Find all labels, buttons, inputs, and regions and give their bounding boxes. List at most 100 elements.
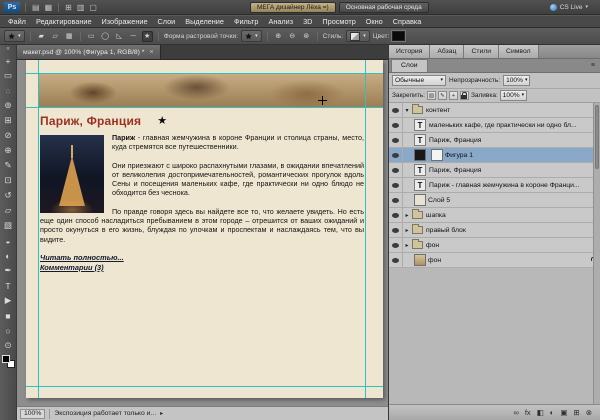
- visibility-toggle[interactable]: [389, 118, 403, 132]
- menu-file[interactable]: Файл: [3, 16, 31, 28]
- shape-layers-mode-icon[interactable]: ▰: [36, 31, 47, 42]
- tab-history[interactable]: История: [389, 45, 430, 58]
- menu-help[interactable]: Справка: [388, 16, 427, 28]
- menu-edit[interactable]: Редактирование: [31, 16, 97, 28]
- tab-paragraph[interactable]: Абзац: [430, 45, 464, 58]
- line-tool-icon[interactable]: ─: [128, 31, 139, 42]
- visibility-toggle[interactable]: [389, 133, 403, 147]
- layer-row-text[interactable]: T маленьких кафе, где практически ни одн…: [389, 118, 600, 133]
- layer-row-text[interactable]: T Париж, Франция: [389, 163, 600, 178]
- opacity-field[interactable]: 100% ▾: [503, 75, 530, 86]
- document-tab[interactable]: макет.psd @ 100% (Фигура 1, RGB/8) * ×: [17, 45, 161, 59]
- vector-mask-thumbnail[interactable]: [431, 149, 443, 161]
- layer-row-group-content[interactable]: ▾ контент: [389, 103, 600, 118]
- photoshop-logo[interactable]: Ps: [4, 2, 20, 13]
- view-extras-icon[interactable]: ⊞: [64, 2, 73, 13]
- layer-thumbnail[interactable]: [414, 149, 426, 161]
- lock-position-icon[interactable]: +: [449, 91, 458, 100]
- menu-3d[interactable]: 3D: [298, 16, 317, 28]
- collapsed-arrow-icon[interactable]: ▸: [403, 242, 411, 249]
- gradient-tool[interactable]: ▧: [1, 218, 16, 233]
- menu-view[interactable]: Просмотр: [317, 16, 360, 28]
- paths-mode-icon[interactable]: ▱: [50, 31, 61, 42]
- visibility-toggle[interactable]: [389, 208, 403, 222]
- workspace-button-custom[interactable]: МЕГА дизайнер Лёха =): [250, 2, 336, 13]
- collapsed-arrow-icon[interactable]: ▸: [403, 212, 411, 219]
- lock-pixels-icon[interactable]: ✎: [438, 91, 447, 100]
- crop-tool[interactable]: ⊞: [1, 113, 16, 128]
- shape-color-swatch[interactable]: [392, 31, 405, 41]
- adjustment-layer-icon[interactable]: ◐: [550, 405, 555, 420]
- hand-tool[interactable]: ○: [1, 323, 16, 338]
- blur-tool[interactable]: ◒: [1, 233, 16, 248]
- dodge-tool[interactable]: ◐: [1, 248, 16, 263]
- visibility-toggle[interactable]: [389, 163, 403, 177]
- workspace-button-default[interactable]: Основная рабочая среда: [339, 2, 429, 13]
- path-selection-tool[interactable]: ▶: [1, 293, 16, 308]
- layer-thumbnail[interactable]: [414, 194, 426, 206]
- ellipse-tool-icon[interactable]: ◯: [100, 31, 111, 42]
- tool-preset-picker[interactable]: ★ ▾: [4, 30, 25, 42]
- color-swatches[interactable]: [2, 355, 15, 368]
- layer-mask-icon[interactable]: ◧: [537, 405, 544, 420]
- zoom-tool[interactable]: ⊙: [1, 338, 16, 353]
- layer-row-text[interactable]: T Париж, Франция: [389, 133, 600, 148]
- history-brush-tool[interactable]: ↺: [1, 188, 16, 203]
- tab-styles[interactable]: Стили: [464, 45, 499, 58]
- menu-analysis[interactable]: Анализ: [263, 16, 298, 28]
- cs-live-button[interactable]: CS Live ▾: [550, 2, 588, 13]
- lock-all-icon[interactable]: [460, 91, 469, 100]
- expand-arrow-icon[interactable]: ▾: [403, 107, 411, 114]
- bridge-icon[interactable]: ▤: [31, 2, 41, 13]
- lasso-tool[interactable]: ◌: [1, 83, 16, 98]
- menu-select[interactable]: Выделение: [180, 16, 229, 28]
- menu-window[interactable]: Окно: [361, 16, 388, 28]
- canvas-area[interactable]: Париж, Франция ★ Париж - главная жемчужи…: [17, 60, 388, 406]
- shape-tool[interactable]: ■: [1, 308, 16, 323]
- move-tool[interactable]: +: [1, 53, 16, 68]
- layer-row-group-rightblock[interactable]: ▸ правый блок: [389, 223, 600, 238]
- collapsed-arrow-icon[interactable]: ▸: [403, 227, 411, 234]
- scrollbar-thumb[interactable]: [595, 105, 599, 169]
- menu-layers[interactable]: Слои: [153, 16, 181, 28]
- layer-thumbnail[interactable]: [414, 254, 426, 266]
- layer-row-text[interactable]: T Париж - главная жемчужина в короне Фра…: [389, 178, 600, 193]
- layer-row-background[interactable]: фон: [389, 253, 600, 268]
- foreground-color-swatch[interactable]: [2, 355, 10, 363]
- quick-selection-tool[interactable]: ⊛: [1, 98, 16, 113]
- visibility-toggle[interactable]: [389, 253, 403, 267]
- visibility-toggle[interactable]: [389, 148, 403, 162]
- custom-shape-icon[interactable]: ★: [142, 31, 153, 42]
- fill-pixels-mode-icon[interactable]: ▦: [64, 31, 75, 42]
- type-tool[interactable]: T: [1, 278, 16, 293]
- layer-row-group-header[interactable]: ▸ шапка: [389, 208, 600, 223]
- collapse-panel-icon[interactable]: «: [6, 46, 9, 53]
- layer-row-pixel[interactable]: Слой 5: [389, 193, 600, 208]
- status-options-icon[interactable]: ▸: [160, 410, 163, 417]
- layer-row-group-background[interactable]: ▸ фон: [389, 238, 600, 253]
- document-canvas[interactable]: Париж, Франция ★ Париж - главная жемчужи…: [26, 60, 383, 398]
- fill-field[interactable]: 100% ▾: [500, 90, 527, 101]
- layer-row-shape-selected[interactable]: Фигура 1: [389, 148, 600, 163]
- visibility-toggle[interactable]: [389, 103, 403, 117]
- eraser-tool[interactable]: ▱: [1, 203, 16, 218]
- visibility-toggle[interactable]: [389, 178, 403, 192]
- pen-tool[interactable]: ✒: [1, 263, 16, 278]
- layer-style-icon[interactable]: fx: [525, 405, 531, 420]
- brush-tool[interactable]: ✎: [1, 158, 16, 173]
- lock-transparency-icon[interactable]: ▨: [427, 91, 436, 100]
- mini-bridge-icon[interactable]: ▦: [44, 2, 54, 13]
- clone-stamp-tool[interactable]: ⊡: [1, 173, 16, 188]
- tab-layers[interactable]: Слои: [391, 59, 428, 72]
- healing-brush-tool[interactable]: ⊕: [1, 143, 16, 158]
- visibility-toggle[interactable]: [389, 238, 403, 252]
- add-to-shape-icon[interactable]: ⊕: [273, 31, 284, 42]
- panel-menu-icon[interactable]: ≡: [591, 59, 595, 72]
- new-group-icon[interactable]: ▣: [560, 405, 567, 420]
- visibility-toggle[interactable]: [389, 223, 403, 237]
- zoom-level-field[interactable]: 100%: [20, 409, 45, 419]
- custom-shape-picker[interactable]: ★ ▾: [241, 30, 262, 42]
- arrange-documents-icon[interactable]: ▥: [76, 2, 86, 13]
- eyedropper-tool[interactable]: ⊘: [1, 128, 16, 143]
- screen-mode-icon[interactable]: ▢: [88, 2, 98, 13]
